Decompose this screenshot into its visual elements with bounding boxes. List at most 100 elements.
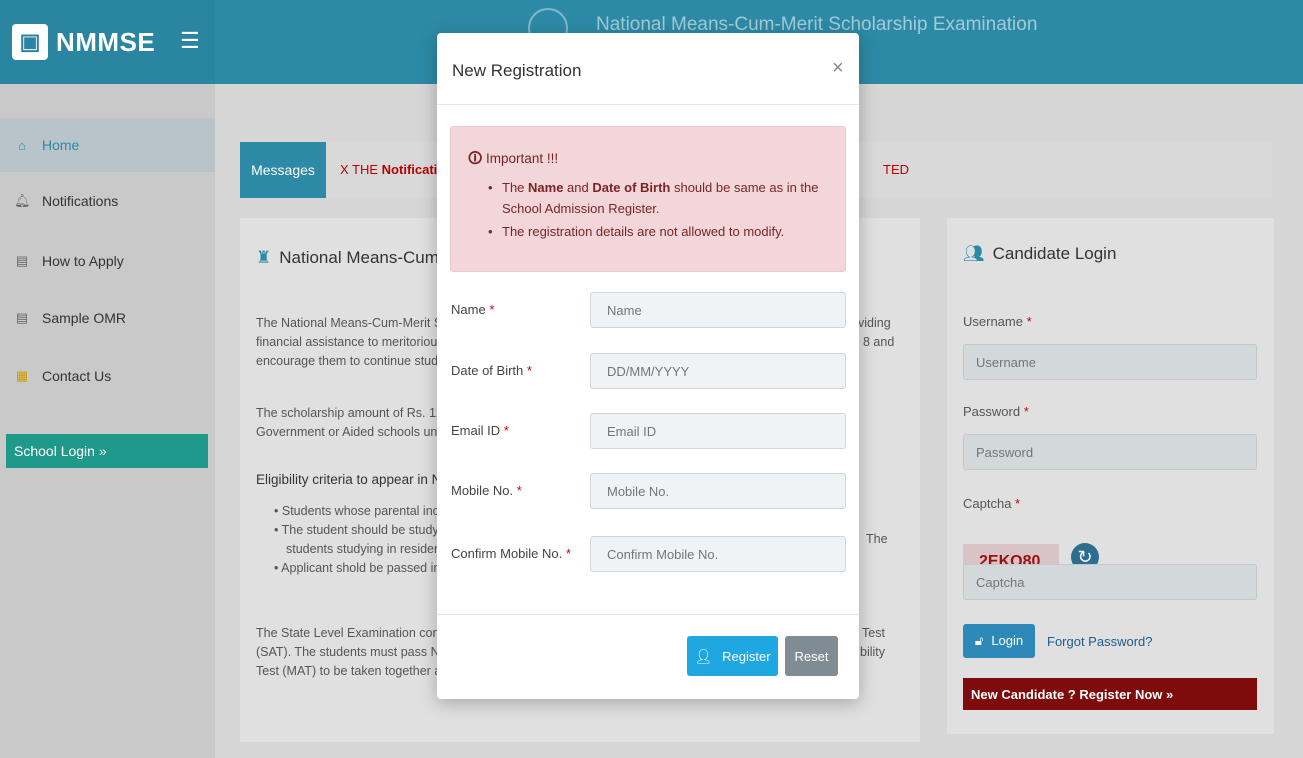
register-now-button[interactable]: New Candidate ? Register Now » (963, 678, 1257, 710)
register-button[interactable]: 👤︎ Register (687, 636, 778, 676)
messages-tag: Messages (240, 142, 326, 198)
label-text: Mobile No. (451, 483, 514, 498)
forgot-password-link[interactable]: Forgot Password? (1047, 634, 1153, 649)
email-input[interactable] (590, 413, 846, 449)
bell-icon: 🔔︎ (14, 193, 31, 208)
alert-list: The Name and Date of Birth should be sam… (488, 177, 838, 244)
close-icon[interactable]: × (832, 57, 844, 80)
confirm-mobile-label: Confirm Mobile No. * (451, 546, 571, 561)
sidebar-item-label: Sample OMR (42, 310, 127, 326)
register-button-label: Register (722, 648, 771, 664)
home-icon: ⌂ (18, 137, 26, 153)
name-row: Name * (451, 292, 846, 328)
sidebar-item-label: How to Apply (42, 253, 124, 269)
mobile-input[interactable] (590, 473, 846, 509)
login-title-text: Candidate Login (992, 244, 1117, 263)
captcha-label: Captcha * (963, 496, 1020, 511)
eligibility-list: • Students whose parental inco • The stu… (274, 502, 447, 578)
document-icon: ▤ (15, 310, 29, 325)
username-input[interactable] (963, 344, 1257, 380)
info-paragraph-3: The State Level Examination consis (SAT)… (256, 624, 455, 681)
sidebar-item-how-to-apply[interactable]: ▤ How to Apply (0, 234, 215, 288)
label-text: Email ID (451, 423, 501, 438)
sidebar-item-label: Home (42, 137, 80, 153)
add-user-icon: 👤︎ (694, 647, 713, 664)
info-paragraph-1: The National Means-Cum-Merit Sch financi… (256, 314, 455, 371)
password-label: Password * (963, 404, 1029, 419)
reset-button[interactable]: Reset (785, 636, 838, 676)
required-mark: * (1015, 496, 1021, 511)
sidebar: ⌂ Home 🔔︎ Notifications ▤ How to Apply ▤… (0, 84, 215, 758)
required-mark: * (503, 423, 509, 438)
info-line: Test (MAT) to be taken together at n (256, 664, 456, 678)
sidebar-item-contact-us[interactable]: ▦ Contact Us (0, 349, 215, 403)
label-text: Date of Birth (451, 363, 524, 378)
candidate-login-card: 👥︎Candidate Login Username * Password * … (947, 218, 1274, 734)
required-mark: * (1023, 404, 1029, 419)
info-overflow-text: 8 and (863, 335, 895, 349)
dob-input[interactable] (590, 353, 846, 389)
graduation-icon: ♜ (256, 248, 272, 267)
required-mark: * (516, 483, 522, 498)
school-login-button[interactable]: School Login » (6, 434, 208, 468)
modal-footer: 👤︎ Register Reset (437, 614, 859, 699)
required-mark: * (526, 363, 532, 378)
email-label: Email ID * (451, 423, 509, 438)
menu-toggle-icon[interactable]: ☰ (180, 28, 200, 54)
required-mark: * (1026, 314, 1032, 329)
brand-logo-icon: ▣ (12, 24, 48, 60)
brand-name: NMMSE (56, 26, 156, 57)
marquee-text-left: X THE Notificatio (340, 162, 445, 177)
info-line: Government or Aided schools unde (256, 425, 452, 439)
info-line: (SAT). The students must pass NMI (256, 645, 454, 659)
label-text: Name (451, 302, 486, 317)
login-button[interactable]: 🔓︎ Login (963, 624, 1035, 658)
dob-row: Date of Birth * (451, 353, 846, 389)
alert-bold: Name (528, 180, 564, 195)
sidebar-item-sample-omr[interactable]: ▤ Sample OMR (0, 291, 215, 345)
name-input[interactable] (590, 292, 846, 328)
marquee-bold: Notificatio (381, 162, 446, 177)
label-text: Username (963, 314, 1023, 329)
list-item-text: students studying in residenti (286, 542, 448, 556)
alert-text: and (563, 180, 593, 195)
info-line: The National Means-Cum-Merit Sch (256, 316, 456, 330)
marquee-prefix: X THE (340, 162, 382, 177)
modal-title: New Registration (452, 61, 582, 80)
info-line: The State Level Examination consis (256, 626, 455, 640)
new-registration-modal: New Registration × 🛈︎ Important !!! The … (437, 33, 859, 699)
required-mark: * (565, 546, 571, 561)
login-title: 👥︎ Candidate Login (963, 244, 1116, 264)
list-item: • The student should be studyi (274, 523, 442, 537)
confirm-mobile-input[interactable] (590, 536, 846, 572)
alert-text: The (502, 180, 529, 195)
sidebar-item-label: Notifications (42, 193, 119, 209)
important-alert: 🛈︎ Important !!! The Name and Date of Bi… (450, 126, 846, 272)
contact-icon: ▦ (15, 368, 29, 383)
sidebar-item-notifications[interactable]: 🔔︎ Notifications (0, 174, 215, 228)
label-text: Captcha (963, 496, 1012, 511)
sidebar-item-label: Contact Us (42, 368, 112, 384)
list-item-text: The student should be studyi (281, 523, 442, 537)
alert-title: 🛈︎ Important !!! (468, 148, 558, 172)
sidebar-item-home[interactable]: ⌂ Home (0, 118, 215, 172)
info-overflow-text: Test (862, 626, 885, 640)
info-line: financial assistance to meritorious s (256, 335, 454, 349)
info-line: encourage them to continue studies (256, 354, 455, 368)
marquee-text-right: TED (883, 162, 909, 177)
password-input[interactable] (963, 434, 1257, 470)
document-icon: ▤ (15, 253, 29, 268)
required-mark: * (489, 302, 495, 317)
label-text: Password (963, 404, 1021, 419)
captcha-input[interactable] (963, 564, 1257, 600)
info-overflow-text: viding (858, 316, 891, 330)
list-item: • Students whose parental inco (274, 504, 446, 518)
email-row: Email ID * (451, 413, 846, 449)
info-icon: 🛈︎ (468, 150, 483, 166)
label-text: Confirm Mobile No. (451, 546, 563, 561)
username-label: Username * (963, 314, 1032, 329)
mobile-row: Mobile No. * (451, 473, 846, 509)
modal-header: New Registration × (437, 33, 859, 105)
list-item: • Applicant shold be passed in (274, 561, 441, 575)
name-label: Name * (451, 302, 494, 317)
